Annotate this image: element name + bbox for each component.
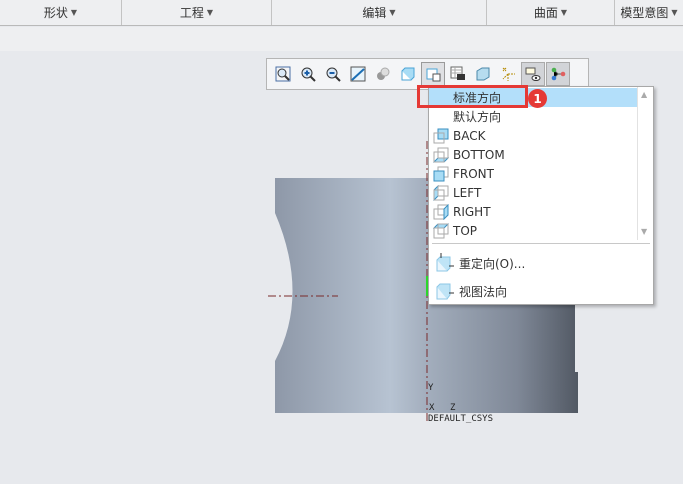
highlight-box — [417, 85, 528, 108]
cube-back-icon — [433, 128, 449, 143]
tab-label: 模型意图 — [620, 6, 669, 20]
menu-item-view-normal[interactable]: 视图法向 — [429, 280, 637, 302]
annotation-display-button[interactable] — [521, 62, 545, 86]
csys-y-label: Y — [428, 383, 434, 393]
csys-name: DEFAULT_CSYS — [428, 414, 494, 424]
datum-display-icon — [502, 67, 515, 81]
perspective-icon — [476, 67, 490, 81]
repaint-button[interactable] — [346, 62, 370, 86]
spin-center-button[interactable] — [546, 62, 570, 86]
cube-left-icon — [433, 184, 449, 201]
step-badge: 1 — [528, 89, 547, 108]
cube-bottom-icon — [433, 147, 449, 162]
tab-model-intent[interactable]: 模型意图 ▼ — [615, 0, 683, 25]
scroll-up-icon[interactable]: ▲ — [641, 90, 647, 99]
menu-item-label: 默认方向 — [453, 110, 502, 124]
view-manager-button[interactable] — [446, 62, 470, 86]
view-manager-icon — [450, 66, 465, 80]
menu-item-label: LEFT — [453, 185, 482, 200]
saved-orientations-button[interactable] — [396, 62, 420, 86]
menu-item-label: RIGHT — [453, 204, 491, 219]
menu-item-front[interactable]: FRONT — [429, 164, 637, 183]
csys-x-label: X — [429, 403, 435, 413]
menu-item-label: FRONT — [453, 166, 494, 181]
csys-z-label: Z — [450, 403, 456, 413]
menu-scrollbar[interactable]: ▲ ▼ — [637, 87, 653, 240]
refit-button[interactable] — [271, 62, 295, 86]
cube-front-icon — [433, 166, 449, 181]
refit-icon — [275, 66, 291, 82]
tab-label: 工程 — [179, 6, 204, 20]
cube-right-icon — [433, 203, 449, 220]
tab-label: 曲面 — [533, 6, 558, 20]
view-normal-icon — [436, 283, 454, 300]
named-views-button[interactable] — [421, 62, 445, 86]
ribbon-panel — [0, 27, 683, 51]
spin-center-icon — [551, 67, 566, 81]
menu-item-bottom[interactable]: BOTTOM — [429, 145, 637, 164]
tab-label: 形状 — [43, 6, 68, 20]
menu-item-back[interactable]: BACK — [429, 126, 637, 145]
tab-edit[interactable]: 编辑 ▼ — [272, 0, 487, 25]
chevron-down-icon: ▼ — [389, 8, 396, 17]
tab-surface[interactable]: 曲面 ▼ — [487, 0, 615, 25]
menu-item-reorient[interactable]: 重定向(O)... — [429, 252, 637, 274]
tab-engineering[interactable]: 工程 ▼ — [122, 0, 272, 25]
menu-divider — [432, 243, 650, 244]
tab-shape[interactable]: 形状 ▼ — [0, 0, 122, 25]
menu-item-label: TOP — [453, 223, 478, 238]
menu-item-left[interactable]: LEFT — [429, 183, 637, 202]
chevron-down-icon: ▼ — [70, 8, 78, 17]
named-views-icon — [426, 68, 441, 82]
zoom-in-icon — [301, 67, 316, 82]
menu-item-label: 视图法向 — [459, 284, 508, 299]
display-style-button[interactable] — [371, 62, 395, 86]
saved-orientations-menu: 标准方向 默认方向 BACK BOTTOM FRONT LEFT RIGHT T… — [428, 86, 654, 305]
annotation-display-icon — [525, 67, 541, 81]
zoom-in-button[interactable] — [296, 62, 320, 86]
menu-item-label: 重定向(O)... — [459, 256, 526, 271]
datum-display-button[interactable] — [496, 62, 520, 86]
cube-top-icon — [433, 223, 449, 238]
chevron-down-icon: ▼ — [560, 8, 568, 17]
tab-label: 编辑 — [362, 6, 387, 20]
display-style-icon — [377, 67, 390, 80]
chevron-down-icon: ▼ — [671, 8, 678, 17]
zoom-out-button[interactable] — [321, 62, 345, 86]
zoom-out-icon — [326, 67, 341, 82]
menu-item-default-orientation[interactable]: 默认方向 — [429, 107, 637, 126]
menu-item-label: BOTTOM — [453, 147, 505, 162]
repaint-icon — [350, 66, 366, 82]
perspective-button[interactable] — [471, 62, 495, 86]
reorient-icon — [436, 253, 454, 272]
menu-item-right[interactable]: RIGHT — [429, 202, 637, 221]
scroll-down-icon[interactable]: ▼ — [641, 227, 647, 236]
ribbon-tabs: 形状 ▼ 工程 ▼ 编辑 ▼ 曲面 ▼ 模型意图 ▼ — [0, 0, 683, 26]
menu-item-label: BACK — [453, 128, 486, 143]
chevron-down-icon: ▼ — [206, 8, 214, 17]
saved-orientations-icon — [401, 67, 415, 81]
menu-item-top[interactable]: TOP — [429, 221, 637, 240]
